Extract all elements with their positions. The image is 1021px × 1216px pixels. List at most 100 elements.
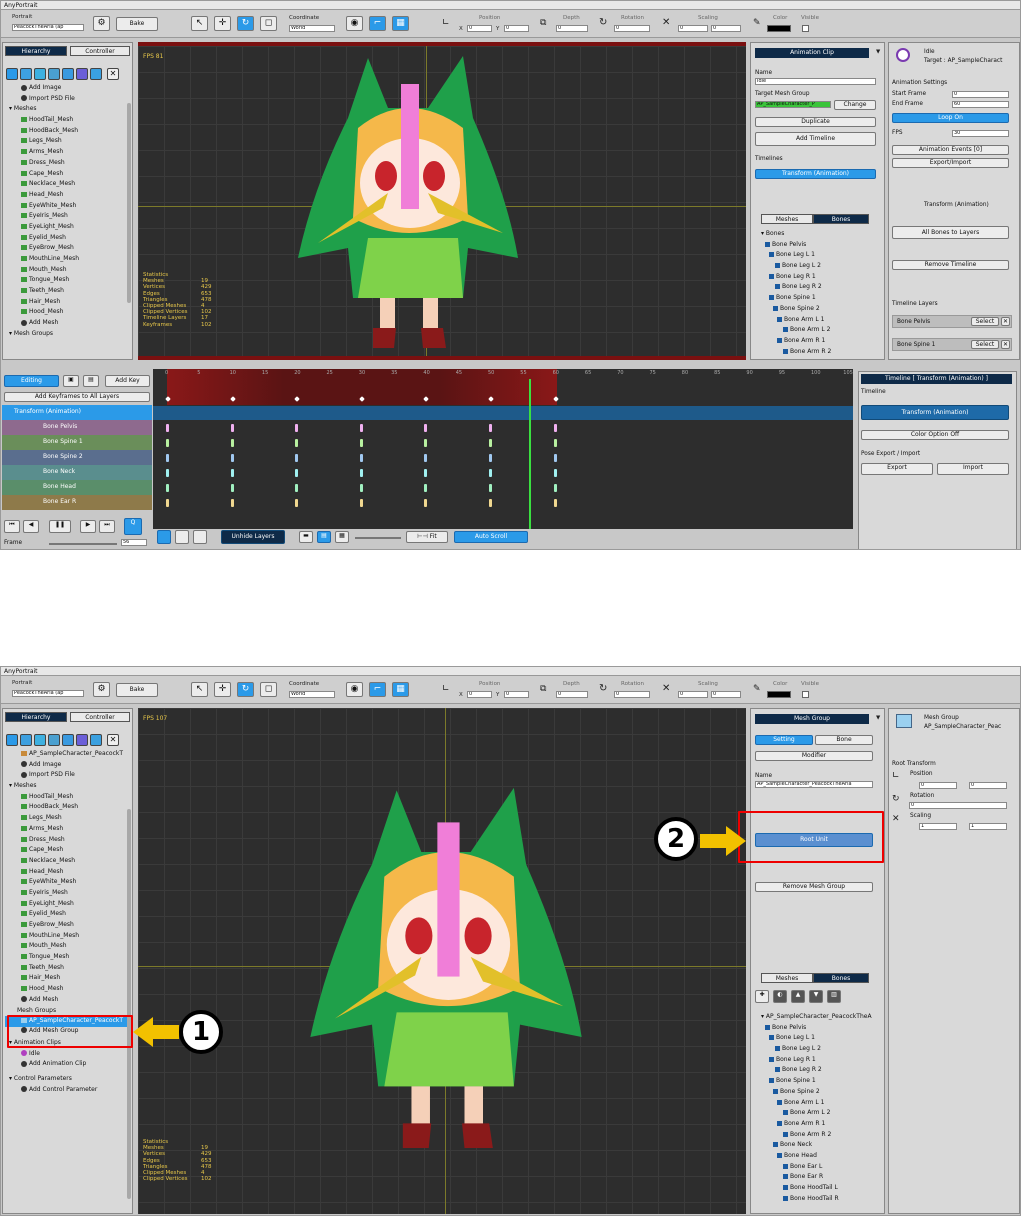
coordinate-select[interactable]: World <box>289 691 335 698</box>
mesh-item[interactable]: EyeBrow_Mesh <box>5 920 131 931</box>
bake-button[interactable]: Bake <box>116 17 158 31</box>
mesh-item[interactable]: EyeIris_Mesh <box>5 211 131 222</box>
move-tool-icon[interactable]: ✛ <box>214 16 231 31</box>
keyframe[interactable] <box>166 424 169 432</box>
visibility-icon[interactable]: ◐ <box>773 990 787 1003</box>
frame-slider[interactable] <box>49 543 117 545</box>
keyframe[interactable] <box>295 499 299 507</box>
keyframe[interactable] <box>553 424 557 432</box>
portrait-select[interactable]: PeacockTheAria (ap <box>12 24 84 31</box>
tab-meshes[interactable]: Meshes <box>761 214 813 224</box>
add-keyframes-all-button[interactable]: Add Keyframes to All Layers <box>4 392 150 402</box>
bone-item[interactable]: Bone Leg L 1 <box>755 1033 880 1044</box>
first-frame-icon[interactable]: ⏮ <box>4 520 20 533</box>
bone-item[interactable]: Bone Arm L 1 <box>755 315 880 326</box>
mesh-item[interactable]: Mouth_Mesh <box>5 941 131 952</box>
row-size-small-icon[interactable]: ▬ <box>299 531 313 543</box>
keyframe[interactable] <box>553 439 557 447</box>
scale-tool-icon[interactable]: ◻ <box>260 16 277 31</box>
color-option-off-button[interactable]: Color Option Off <box>861 430 1009 440</box>
visible-checkbox[interactable] <box>802 25 809 32</box>
timeline-layer-row[interactable]: Bone Spine 2 <box>2 450 152 465</box>
bone-item[interactable]: Bone Arm L 2 <box>755 1108 880 1119</box>
select-button[interactable]: Select <box>971 317 999 326</box>
mesh-item[interactable]: Dress_Mesh <box>5 158 131 169</box>
bone-item[interactable]: Bone Leg L 1 <box>755 250 880 261</box>
keyframe[interactable] <box>230 499 234 507</box>
mesh-item[interactable]: Head_Mesh <box>5 867 131 878</box>
bone-item[interactable]: Bone Leg L 2 <box>755 261 880 272</box>
keyframe[interactable] <box>166 484 169 492</box>
keyframe[interactable] <box>166 439 169 447</box>
rotate-tool-icon[interactable]: ↻ <box>237 682 254 697</box>
mesh-item[interactable]: HoodTail_Mesh <box>5 115 131 126</box>
mesh-filter-icon[interactable] <box>34 68 46 80</box>
settings-gear-icon[interactable]: ⚙ <box>93 16 110 31</box>
mesh-item[interactable]: Hair_Mesh <box>5 297 131 308</box>
animation-events-button[interactable]: Animation Events [0] <box>892 145 1009 155</box>
mesh-item[interactable]: EyeBrow_Mesh <box>5 243 131 254</box>
keyframe[interactable] <box>424 439 428 447</box>
rotation-field[interactable]: 0 <box>614 691 650 698</box>
bone-item[interactable]: Bone Ear R <box>755 1172 880 1183</box>
pos-x-field[interactable]: 0 <box>467 25 492 32</box>
tab-bones[interactable]: Bones <box>813 973 869 983</box>
mesh-group-name-field[interactable]: AP_SampleCharacter_PeacockTheAria <box>755 781 873 788</box>
modifier-button[interactable]: Modifier <box>755 751 873 761</box>
param-filter-icon[interactable] <box>76 68 88 80</box>
keyframe[interactable] <box>424 424 428 432</box>
bone-filter-icon[interactable] <box>90 734 102 746</box>
bone-item[interactable]: Bone Spine 2 <box>755 304 880 315</box>
pos-x-field[interactable]: 0 <box>467 691 492 698</box>
prev-frame-icon[interactable]: ◀ <box>23 520 39 533</box>
keyframe[interactable] <box>295 469 299 477</box>
tab-controller[interactable]: Controller <box>70 46 130 56</box>
keyframe[interactable] <box>359 484 363 492</box>
keyframe[interactable] <box>359 439 363 447</box>
keyframe[interactable] <box>424 454 428 462</box>
unhide-layers-button[interactable]: Unhide Layers <box>221 530 285 544</box>
playhead[interactable] <box>529 379 531 529</box>
pose-export-button[interactable]: Export <box>861 463 933 475</box>
visible-checkbox[interactable] <box>802 691 809 698</box>
image-filter-icon[interactable] <box>20 68 32 80</box>
tab-bones[interactable]: Bones <box>813 214 869 224</box>
keyframe[interactable] <box>359 499 363 507</box>
clip-name-field[interactable]: Idle <box>755 78 876 85</box>
mesh-item[interactable]: Cape_Mesh <box>5 845 131 856</box>
bone-visible-icon[interactable]: ⌐ <box>369 16 386 31</box>
remove-icon[interactable]: ✕ <box>1001 340 1010 349</box>
param-filter-icon[interactable] <box>76 734 88 746</box>
keyframe[interactable] <box>489 499 492 507</box>
last-frame-icon[interactable]: ⏭ <box>99 520 115 533</box>
anim-filter-icon[interactable] <box>62 68 74 80</box>
meshgroup-filter-icon[interactable] <box>48 734 60 746</box>
mesh-item[interactable]: EyeWhite_Mesh <box>5 201 131 212</box>
start-frame-field[interactable]: 0 <box>952 91 1009 98</box>
dropdown-icon[interactable]: ▼ <box>876 715 880 721</box>
bone-item[interactable]: Bone Arm R 2 <box>755 347 880 358</box>
remove-icon[interactable]: ✕ <box>1001 317 1010 326</box>
mesh-item[interactable]: Eyelid_Mesh <box>5 909 131 920</box>
keyframe[interactable] <box>359 424 363 432</box>
fit-button[interactable]: ⊢⊣ Fit <box>406 531 448 543</box>
delete-bone-icon[interactable]: ▥ <box>827 990 841 1003</box>
timeline-layer-row[interactable]: Bone Neck <box>2 465 152 480</box>
bone-item[interactable]: Bone Leg L 2 <box>755 1044 880 1055</box>
root-rotation[interactable]: 0 <box>909 802 1007 809</box>
remove-mesh-group-button[interactable]: Remove Mesh Group <box>755 882 873 892</box>
mesh-item[interactable]: HoodBack_Mesh <box>5 802 131 813</box>
add-image-item[interactable]: Add Image <box>5 83 131 94</box>
onion-icon[interactable]: ◉ <box>346 16 363 31</box>
mesh-visible-icon[interactable]: ▦ <box>392 16 409 31</box>
layer-row-pelvis[interactable]: Bone Pelvis Select ✕ <box>892 315 1012 328</box>
close-filter-icon[interactable]: ✕ <box>107 68 119 80</box>
move-tool-icon[interactable]: ✛ <box>214 682 231 697</box>
close-filter-icon[interactable]: ✕ <box>107 734 119 746</box>
keyframe[interactable] <box>295 454 299 462</box>
text-filter-icon[interactable] <box>6 734 18 746</box>
bone-item[interactable]: Bone Leg R 2 <box>755 1065 880 1076</box>
select-tool-icon[interactable]: ↖ <box>191 682 208 697</box>
bone-item[interactable]: Bone Leg R 2 <box>755 282 880 293</box>
bone-item[interactable]: Bone HoodTail L <box>755 1183 880 1194</box>
